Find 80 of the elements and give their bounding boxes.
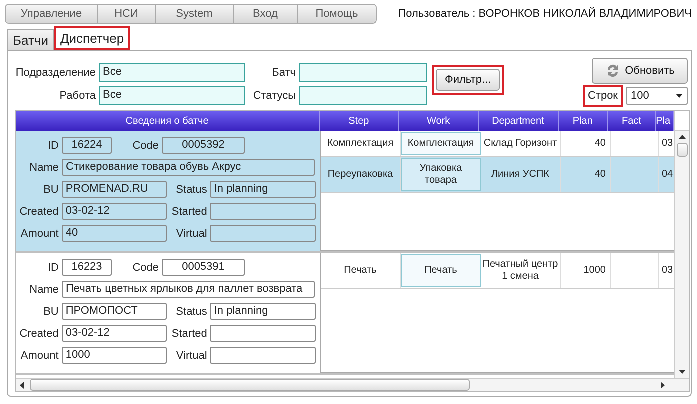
work-button[interactable]: Комплектация	[401, 132, 481, 155]
rows-label: Строк	[582, 85, 623, 107]
input-field[interactable]: 03-02-12	[62, 203, 166, 220]
input-field[interactable]: In planning	[210, 181, 316, 198]
field-label: Created	[18, 328, 59, 340]
input-field[interactable]: Все	[99, 63, 245, 82]
input-field[interactable]	[210, 203, 316, 220]
field-label: Name	[28, 284, 59, 296]
input-field[interactable]: 40	[62, 225, 166, 242]
tab[interactable]: Диспетчер	[54, 26, 130, 50]
field-label: Virtual	[175, 228, 208, 240]
work-button[interactable]: Печать	[401, 254, 481, 287]
table-cell: 1000	[561, 253, 611, 288]
field-label: ID	[47, 262, 59, 274]
field-label: Статусы	[252, 90, 296, 102]
filter-button[interactable]: Фильтр...	[436, 69, 500, 91]
table-cell: Склад Горизонт	[481, 131, 561, 156]
table-cell: Линия УСПК	[481, 157, 561, 192]
scroll-down-icon[interactable]	[678, 370, 686, 374]
field-label: Started	[170, 328, 208, 340]
field-label: Работа	[58, 90, 96, 102]
input-field[interactable]: In planning	[210, 303, 316, 320]
batch-card[interactable]: ID 16224 Code 0005392 Name Стикерование товара обувь Акрус BU PROMENAD.RU Status In planning Created 03-02-12 Started Amount 40 Virtual	[16, 131, 321, 251]
refresh-button[interactable]: Обновить	[592, 58, 688, 84]
table-cell: 40	[561, 157, 611, 192]
table-cell: Печатный центр 1 смена	[481, 253, 561, 288]
field-label: Status	[175, 184, 208, 196]
work-button[interactable]: Упаковка товара	[401, 158, 481, 191]
input-field[interactable]: 0005392	[162, 137, 245, 154]
field-label: Батч	[271, 66, 296, 78]
horizontal-scrollbar[interactable]	[16, 378, 689, 391]
field-label: Name	[28, 162, 59, 174]
input-field[interactable]: PROMENAD.RU	[62, 181, 166, 198]
input-field[interactable]	[299, 86, 427, 105]
input-field[interactable]: Стикерование товара обувь Акрус	[62, 159, 315, 176]
scroll-right-icon[interactable]	[661, 382, 665, 388]
input-field[interactable]	[210, 347, 316, 364]
field-label: Virtual	[175, 350, 208, 362]
table-row[interactable]: Комплектация Комплектация Склад Горизонт 40 03.	[321, 131, 674, 157]
field-label: Amount	[20, 228, 59, 240]
field-label: Status	[175, 306, 208, 318]
user-label: Пользователь : ВОРОНКОВ НИКОЛАЙ ВЛАДИМИРОВИЧ	[398, 8, 692, 20]
header-corner	[675, 111, 689, 131]
tab[interactable]: Батчи	[7, 29, 54, 50]
input-field[interactable]: ПРОМОПОСТ	[62, 303, 166, 320]
menu-button[interactable]: Помощь	[298, 4, 376, 22]
field-label: Amount	[20, 350, 59, 362]
scroll-thumb[interactable]	[30, 379, 470, 391]
input-field[interactable]: 03-02-12	[62, 325, 166, 342]
menu-button[interactable]: System	[156, 4, 234, 22]
input-field[interactable]: 16223	[62, 259, 112, 276]
menu-button[interactable]: НСИ	[98, 4, 156, 22]
input-field[interactable]: 0005391	[162, 259, 245, 276]
scroll-up-icon[interactable]	[678, 135, 686, 139]
input-field[interactable]: 1000	[62, 347, 166, 364]
table-row[interactable]: Переупаковка Упаковка товара Линия УСПК 40 04.	[321, 157, 674, 193]
field-label: BU	[42, 306, 59, 318]
input-field[interactable]	[299, 63, 427, 82]
dropdown-arrow-icon	[676, 94, 683, 98]
input-field[interactable]: Печать цветных ярлыков для паллет возврата	[62, 281, 315, 298]
vertical-scrollbar[interactable]	[674, 111, 689, 378]
rows-select[interactable]: 100	[626, 87, 688, 105]
field-label: Code	[132, 140, 159, 152]
menu-button[interactable]: Вход	[234, 4, 298, 22]
table-row[interactable]: Печать Печать Печатный центр 1 смена 1000 03.	[321, 253, 674, 289]
input-field[interactable]	[210, 225, 316, 242]
field-label: Created	[18, 206, 59, 218]
field-label: BU	[42, 184, 59, 196]
scroll-thumb[interactable]	[676, 143, 688, 157]
field-label: Started	[170, 206, 208, 218]
field-label: Code	[132, 262, 159, 274]
scroll-left-icon[interactable]	[20, 382, 24, 388]
field-label: ID	[47, 140, 59, 152]
menu-button[interactable]: Управление	[6, 4, 98, 22]
field-label: Подразделение	[15, 66, 96, 78]
input-field[interactable]: Все	[99, 86, 245, 105]
batch-card[interactable]: ID 16223 Code 0005391 Name Печать цветных ярлыков для паллет возврата BU ПРОМОПОСТ Status In planning Created 03-02-12 Started Amount 1000 Virtual	[16, 253, 321, 373]
table-cell: 40	[561, 131, 611, 156]
input-field[interactable]	[210, 325, 316, 342]
input-field[interactable]: 16224	[62, 137, 112, 154]
